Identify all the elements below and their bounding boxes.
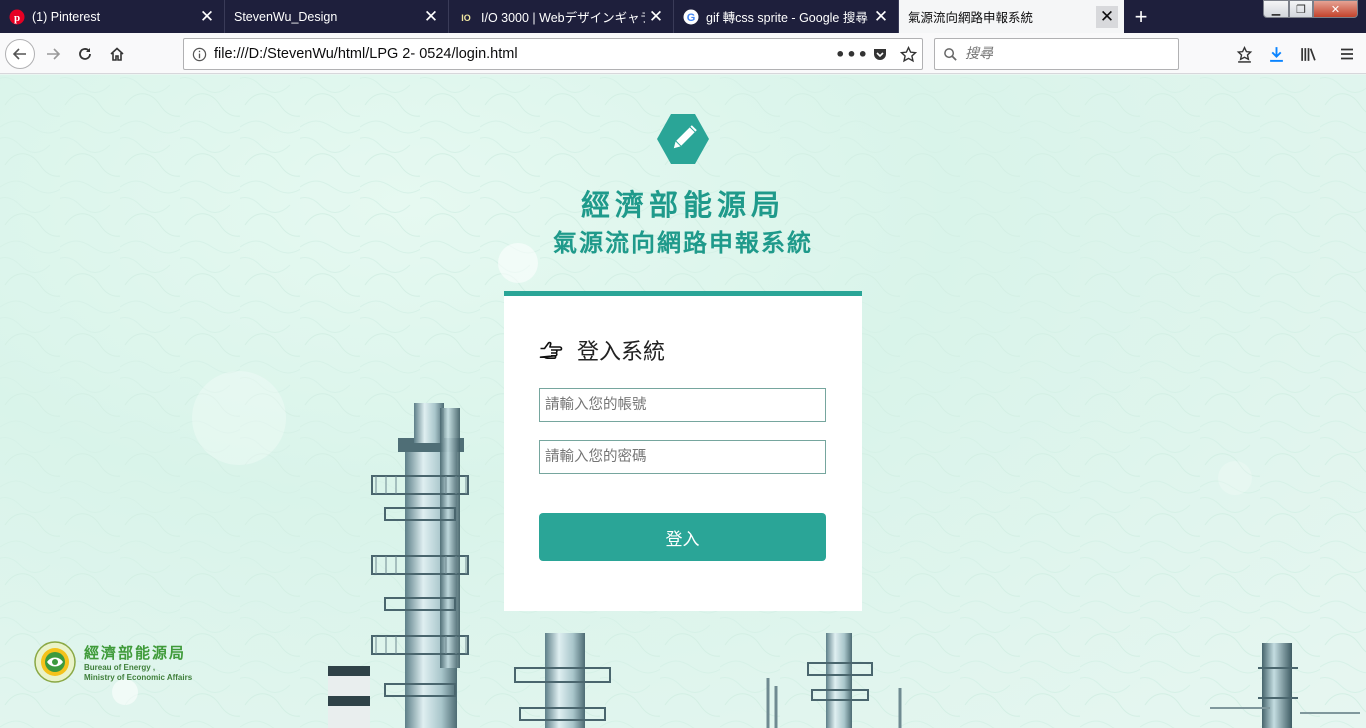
- back-arrow-icon: [12, 48, 26, 60]
- tab-login-system[interactable]: 氣源流向網路申報系統 ✕: [899, 0, 1124, 33]
- home-icon: [110, 47, 124, 61]
- svg-text:IO: IO: [461, 13, 471, 23]
- window-controls: ▁ ❐ ✕: [1263, 0, 1358, 18]
- pointing-hand-icon: [539, 341, 563, 359]
- url-text[interactable]: file:///D:/StevenWu/html/LPG 2- 0524/log…: [214, 46, 838, 62]
- agency-title: 經濟部能源局: [580, 188, 785, 222]
- bureau-name-zh: 經濟部能源局: [84, 643, 187, 662]
- login-page: 經濟部能源局 氣源流向網路申報系統 登入系統 登入 經濟部能源局 Bureau …: [0, 75, 1366, 728]
- bookmarks-menu-button[interactable]: [1229, 39, 1259, 69]
- library-icon: [1300, 47, 1316, 61]
- tab-label: 氣源流向網路申報系統: [908, 11, 1034, 25]
- account-input[interactable]: [539, 388, 826, 422]
- close-tab-icon[interactable]: ✕: [196, 6, 218, 28]
- close-tab-icon[interactable]: ✕: [420, 6, 442, 28]
- close-tab-icon[interactable]: ✕: [870, 6, 892, 28]
- reload-icon: [79, 48, 91, 60]
- google-icon: G: [683, 9, 699, 25]
- maximize-icon[interactable]: ❐: [1289, 0, 1313, 18]
- tab-stevenwu[interactable]: StevenWu_Design ✕: [225, 0, 449, 33]
- tab-strip: p (1) Pinterest ✕ StevenWu_Design ✕ IO I…: [0, 0, 1366, 33]
- menu-button[interactable]: [1332, 39, 1362, 69]
- forward-button[interactable]: [38, 39, 68, 69]
- login-heading: 登入系統: [539, 334, 665, 366]
- tab-pinterest[interactable]: p (1) Pinterest ✕: [0, 0, 225, 33]
- tab-label: I/O 3000 | Webデザインギャラ: [481, 11, 645, 25]
- bureau-name-en-2: Ministry of Economic Affairs: [84, 672, 193, 682]
- navigation-toolbar: file:///D:/StevenWu/html/LPG 2- 0524/log…: [0, 33, 1366, 74]
- login-card: 登入系統 登入: [504, 291, 862, 611]
- bureau-of-energy-logo[interactable]: 經濟部能源局 Bureau of Energy , Ministry of Ec…: [34, 641, 192, 683]
- bureau-seal-icon: [34, 641, 76, 683]
- search-bar[interactable]: [934, 38, 1179, 70]
- hamburger-menu-icon: [1341, 48, 1353, 60]
- new-tab-button[interactable]: +: [1125, 0, 1157, 33]
- password-input[interactable]: [539, 440, 826, 474]
- home-button[interactable]: [102, 39, 132, 69]
- site-info-icon[interactable]: [184, 47, 214, 62]
- tab-label: (1) Pinterest: [32, 9, 101, 24]
- address-bar[interactable]: file:///D:/StevenWu/html/LPG 2- 0524/log…: [183, 38, 923, 70]
- tab-label: StevenWu_Design: [234, 9, 338, 24]
- svg-text:p: p: [14, 12, 20, 24]
- tab-google[interactable]: G gif 轉css sprite - Google 搜尋 ✕: [674, 0, 899, 33]
- pencil-hexagon-icon: [657, 114, 709, 164]
- reload-button[interactable]: [70, 39, 100, 69]
- tab-io3000[interactable]: IO I/O 3000 | Webデザインギャラ ✕: [449, 0, 674, 33]
- login-button[interactable]: 登入: [539, 513, 826, 561]
- bookmarks-star-list-icon: [1236, 45, 1252, 63]
- close-tab-icon[interactable]: ✕: [1096, 5, 1118, 28]
- download-arrow-icon: [1269, 46, 1283, 62]
- library-button[interactable]: [1293, 39, 1323, 69]
- back-button[interactable]: [5, 39, 35, 69]
- search-icon: [935, 47, 965, 62]
- tab-label: gif 轉css sprite - Google 搜尋: [706, 11, 868, 25]
- io3000-icon: IO: [458, 8, 474, 25]
- close-tab-icon[interactable]: ✕: [645, 6, 667, 28]
- page-actions-icon[interactable]: •••: [835, 40, 868, 68]
- bureau-name-en-1: Bureau of Energy ,: [84, 662, 156, 672]
- search-input[interactable]: [965, 46, 1165, 62]
- minimize-icon[interactable]: ▁: [1263, 0, 1289, 18]
- svg-text:G: G: [687, 12, 696, 24]
- downloads-button[interactable]: [1261, 39, 1291, 69]
- bookmark-star-icon[interactable]: [894, 40, 922, 68]
- pocket-icon[interactable]: [866, 40, 894, 68]
- login-heading-text: 登入系統: [577, 340, 666, 365]
- close-window-icon[interactable]: ✕: [1313, 0, 1358, 18]
- pinterest-icon: p: [9, 9, 25, 25]
- system-title: 氣源流向網路申報系統: [553, 229, 813, 257]
- forward-arrow-icon: [47, 48, 61, 60]
